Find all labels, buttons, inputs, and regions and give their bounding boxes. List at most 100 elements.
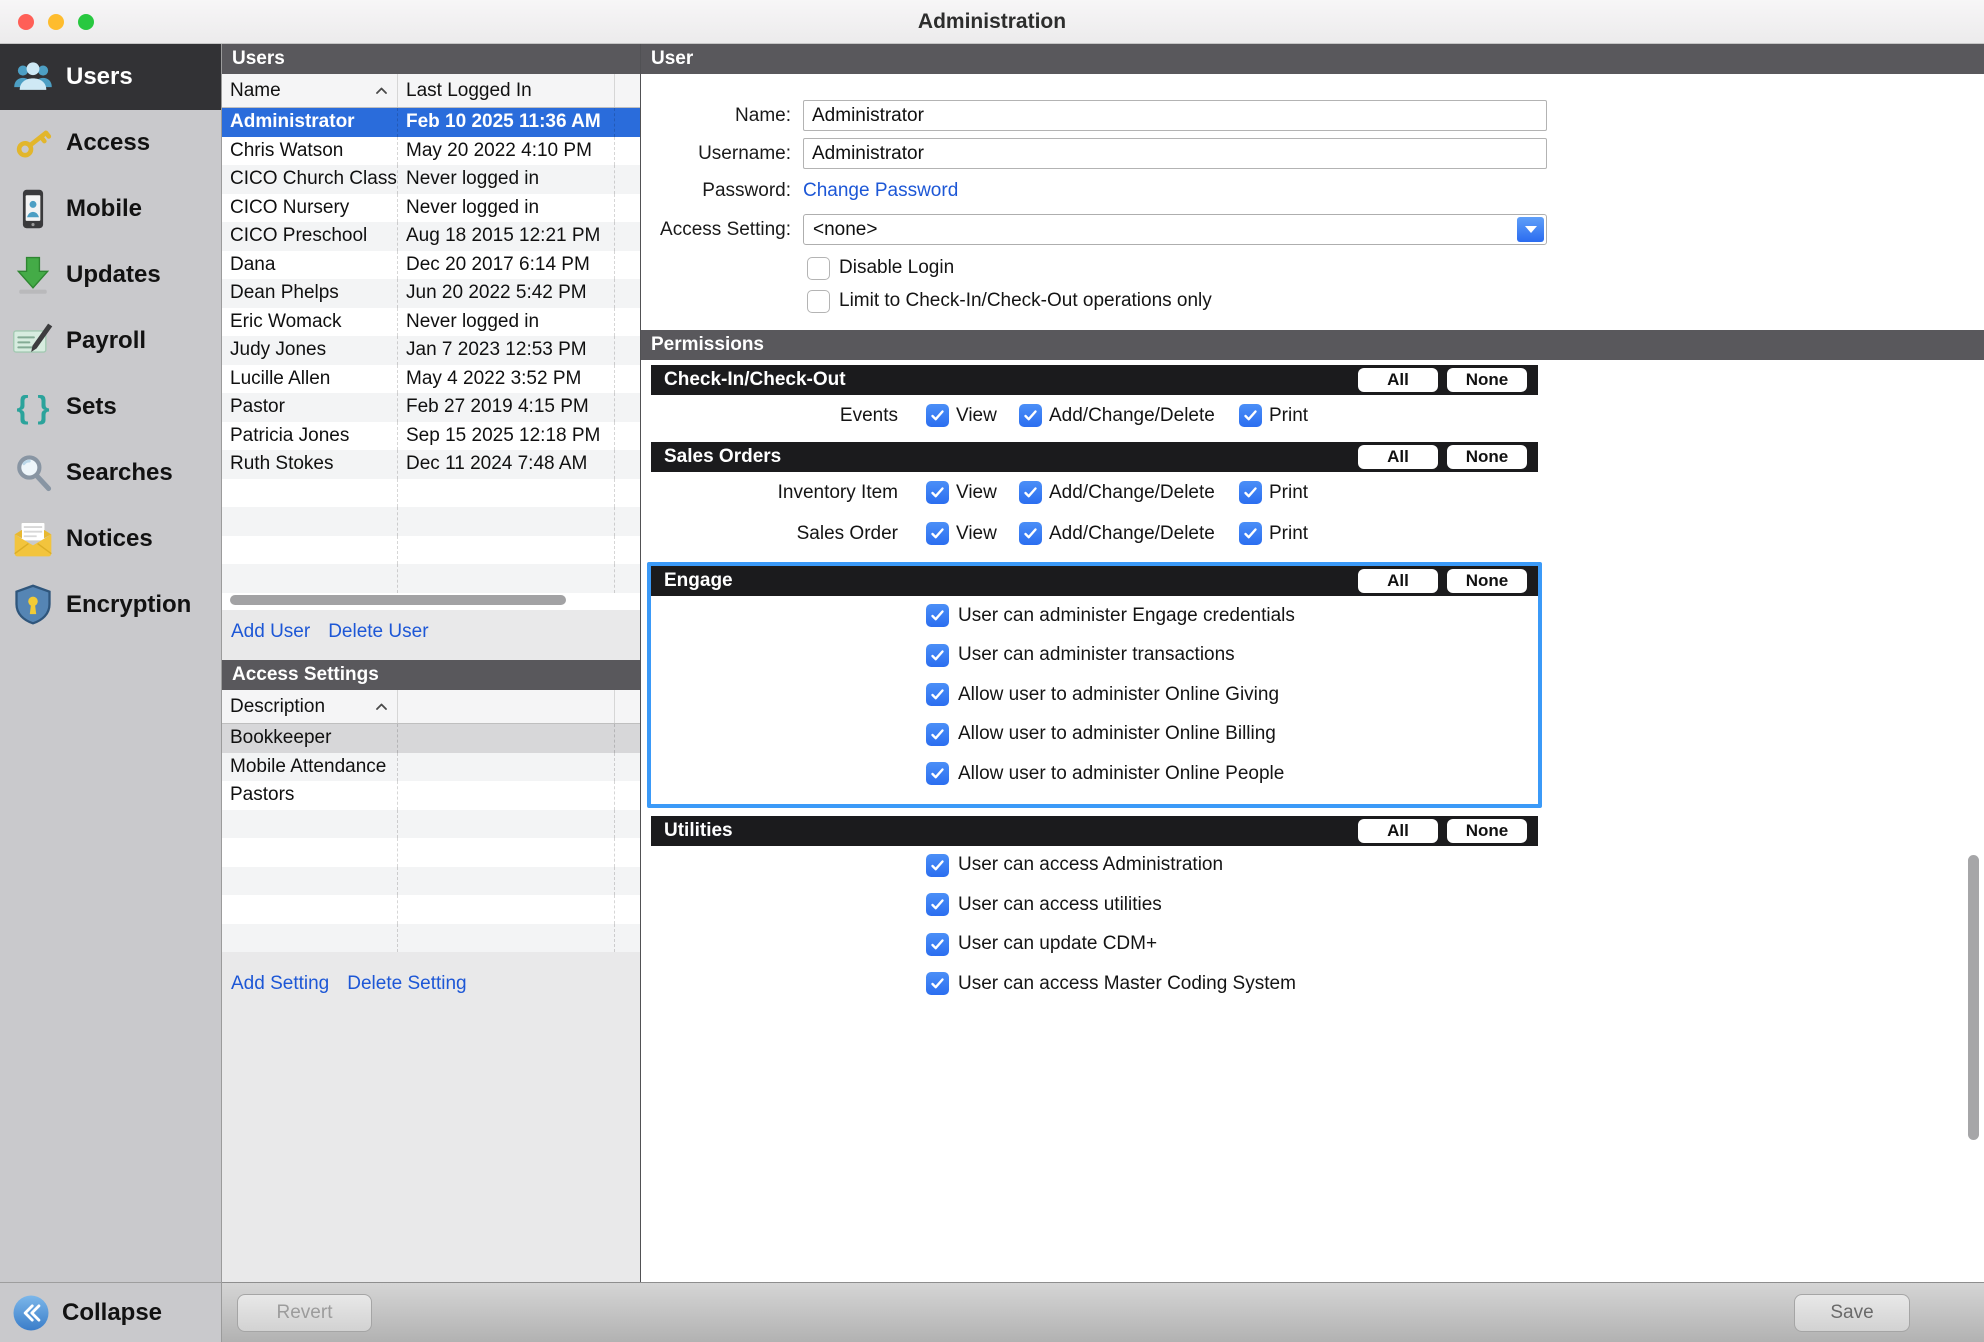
user-row[interactable]: Chris WatsonMay 20 2022 4:10 PM xyxy=(222,137,640,166)
select-all-button[interactable]: All xyxy=(1358,368,1438,392)
user-name-cell: Chris Watson xyxy=(222,137,398,166)
svg-text:{ }: { } xyxy=(17,390,50,425)
change-password-link[interactable]: Change Password xyxy=(803,180,958,202)
users-column-name-label: Name xyxy=(230,80,281,101)
users-horizontal-scrollbar[interactable] xyxy=(230,595,566,605)
user-row[interactable]: Eric WomackNever logged in xyxy=(222,308,640,337)
inventory-item-print-checkbox[interactable] xyxy=(1239,481,1262,504)
select-all-button[interactable]: All xyxy=(1358,569,1438,593)
permission-option-row[interactable]: Allow user to administer Online Billing xyxy=(651,715,1538,755)
events-print-checkbox[interactable] xyxy=(1239,404,1262,427)
users-column-lastlogin-label: Last Logged In xyxy=(406,80,532,101)
permission-check-group: Add/Change/Delete xyxy=(1019,481,1239,504)
permission-option-row[interactable]: Allow user to administer Online People xyxy=(651,754,1538,794)
sidebar-item-label: Encryption xyxy=(66,591,191,619)
user-can-administer-engage-credentials-checkbox[interactable] xyxy=(926,604,949,627)
permissions-body: Check-In/Check-OutAllNoneEventsViewAdd/C… xyxy=(651,360,1551,1010)
user-row[interactable]: CICO PreschoolAug 18 2015 12:21 PM xyxy=(222,222,640,251)
revert-button[interactable]: Revert xyxy=(237,1294,372,1332)
select-all-button[interactable]: All xyxy=(1358,819,1438,843)
disable-login-checkbox[interactable] xyxy=(807,257,830,280)
sidebar-item-mobile[interactable]: Mobile xyxy=(0,176,221,242)
name-input[interactable] xyxy=(803,100,1547,131)
access-setting-row[interactable]: Pastors xyxy=(222,781,640,810)
user-row[interactable]: Ruth StokesDec 11 2024 7:48 AM xyxy=(222,450,640,479)
sidebar-item-sets[interactable]: { }Sets xyxy=(0,374,221,440)
username-input[interactable] xyxy=(803,138,1547,169)
access-setting-select[interactable]: <none> xyxy=(803,214,1547,245)
user-lastlogin-cell: Feb 10 2025 11:36 AM xyxy=(398,108,615,137)
sidebar-item-notices[interactable]: Notices xyxy=(0,506,221,572)
user-can-update-cdm-checkbox[interactable] xyxy=(926,933,949,956)
access-settings-column-description[interactable]: Description xyxy=(222,690,398,723)
sidebar-item-label: Searches xyxy=(66,459,173,487)
permission-option-row[interactable]: User can access Administration xyxy=(651,846,1538,886)
events-add-change-delete-checkbox[interactable] xyxy=(1019,404,1042,427)
permission-option-row[interactable]: Allow user to administer Online Giving xyxy=(651,675,1538,715)
user-can-access-utilities-checkbox[interactable] xyxy=(926,893,949,916)
users-table-header: Name Last Logged In xyxy=(222,74,640,108)
vertical-scrollbar[interactable] xyxy=(1968,855,1979,1140)
sales-order-view-checkbox[interactable] xyxy=(926,522,949,545)
permission-option-row[interactable]: User can access Master Coding System xyxy=(651,964,1538,1004)
sidebar-collapse-button[interactable]: Collapse xyxy=(0,1282,222,1342)
sidebar-item-access[interactable]: Access xyxy=(0,110,221,176)
sidebar-item-users[interactable]: Users xyxy=(0,44,221,110)
user-row[interactable]: CICO Church ClassNever logged in xyxy=(222,165,640,194)
access-settings-table-body: BookkeeperMobile AttendancePastors xyxy=(222,724,640,952)
sidebar-item-searches[interactable]: Searches xyxy=(0,440,221,506)
limit-checkin-checkbox[interactable] xyxy=(807,290,830,313)
user-name-cell: CICO Nursery xyxy=(222,194,398,223)
download-arrow-icon xyxy=(0,253,66,297)
delete-setting-link[interactable]: Delete Setting xyxy=(347,973,466,995)
users-icon xyxy=(0,55,66,99)
inventory-item-add-change-delete-checkbox[interactable] xyxy=(1019,481,1042,504)
braces-icon: { } xyxy=(0,385,66,429)
save-button[interactable]: Save xyxy=(1794,1294,1910,1332)
sidebar-item-payroll[interactable]: Payroll xyxy=(0,308,221,374)
access-setting-row[interactable]: Mobile Attendance xyxy=(222,753,640,782)
limit-checkin-option[interactable]: Limit to Check-In/Check-Out operations o… xyxy=(807,288,1212,314)
add-setting-link[interactable]: Add Setting xyxy=(231,973,329,995)
user-panel-header: User xyxy=(641,44,1984,74)
users-column-name[interactable]: Name xyxy=(222,74,398,107)
user-can-access-master-coding-system-checkbox[interactable] xyxy=(926,972,949,995)
user-row[interactable]: Judy JonesJan 7 2023 12:53 PM xyxy=(222,336,640,365)
permission-option-row[interactable]: User can update CDM+ xyxy=(651,925,1538,965)
permission-option-row[interactable]: User can administer Engage credentials xyxy=(651,596,1538,636)
users-column-lastlogin[interactable]: Last Logged In xyxy=(398,74,615,107)
select-none-button[interactable]: None xyxy=(1447,445,1527,469)
events-view-checkbox[interactable] xyxy=(926,404,949,427)
user-detail-panel: User Name: Username: Password: Change Pa… xyxy=(640,44,1984,1282)
sales-order-print-checkbox[interactable] xyxy=(1239,522,1262,545)
select-none-button[interactable]: None xyxy=(1447,569,1527,593)
disable-login-option[interactable]: Disable Login xyxy=(807,255,954,281)
user-row[interactable]: PastorFeb 27 2019 4:15 PM xyxy=(222,393,640,422)
select-all-button[interactable]: All xyxy=(1358,445,1438,469)
user-can-administer-transactions-checkbox[interactable] xyxy=(926,644,949,667)
section-title-bar: UtilitiesAllNone xyxy=(651,816,1538,846)
access-setting-row[interactable]: Bookkeeper xyxy=(222,724,640,753)
allow-user-to-administer-online-billing-checkbox[interactable] xyxy=(926,723,949,746)
sidebar-item-updates[interactable]: Updates xyxy=(0,242,221,308)
user-row[interactable]: AdministratorFeb 10 2025 11:36 AM xyxy=(222,108,640,137)
allow-user-to-administer-online-giving-checkbox[interactable] xyxy=(926,683,949,706)
allow-user-to-administer-online-people-checkbox[interactable] xyxy=(926,762,949,785)
user-can-access-administration-checkbox[interactable] xyxy=(926,854,949,877)
user-row[interactable]: CICO NurseryNever logged in xyxy=(222,194,640,223)
sales-order-add-change-delete-checkbox[interactable] xyxy=(1019,522,1042,545)
select-none-button[interactable]: None xyxy=(1447,819,1527,843)
select-none-button[interactable]: None xyxy=(1447,368,1527,392)
chevron-down-icon[interactable] xyxy=(1517,217,1544,242)
permission-option-row[interactable]: User can access utilities xyxy=(651,885,1538,925)
inventory-item-view-checkbox[interactable] xyxy=(926,481,949,504)
delete-user-link[interactable]: Delete User xyxy=(328,621,428,643)
user-row[interactable]: Patricia JonesSep 15 2025 12:18 PM xyxy=(222,422,640,451)
sidebar-item-encryption[interactable]: Encryption xyxy=(0,572,221,638)
add-user-link[interactable]: Add User xyxy=(231,621,310,643)
permission-option-row[interactable]: User can administer transactions xyxy=(651,636,1538,676)
permission-check-label: Add/Change/Delete xyxy=(1049,523,1215,545)
user-row[interactable]: Lucille AllenMay 4 2022 3:52 PM xyxy=(222,365,640,394)
user-row[interactable]: DanaDec 20 2017 6:14 PM xyxy=(222,251,640,280)
user-row[interactable]: Dean PhelpsJun 20 2022 5:42 PM xyxy=(222,279,640,308)
